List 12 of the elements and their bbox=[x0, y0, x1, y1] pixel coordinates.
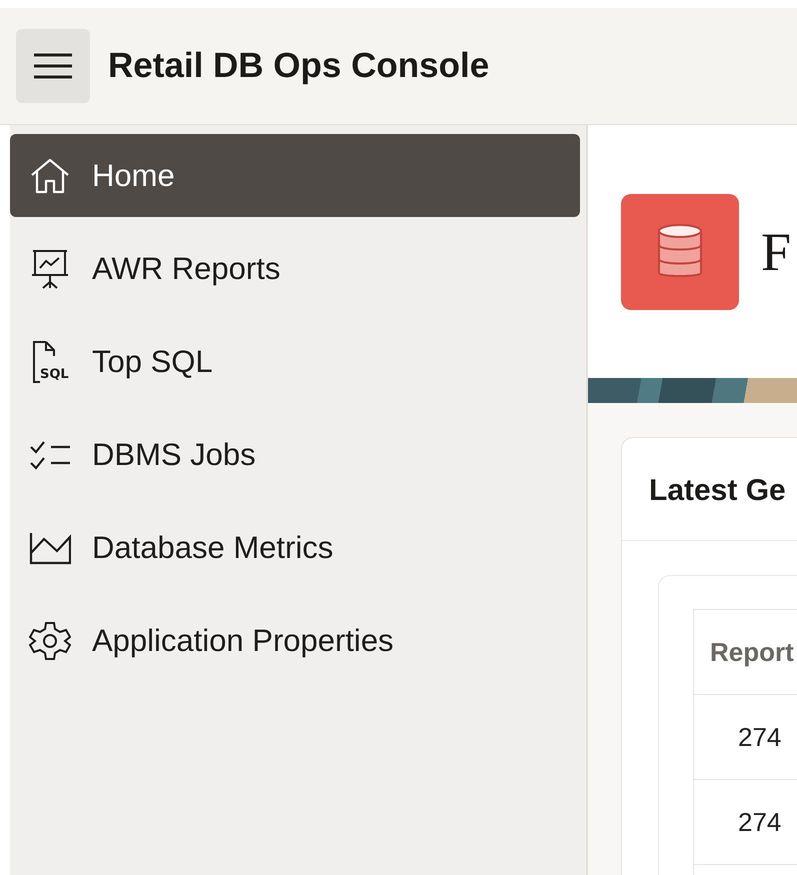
sidebar-item[interactable]: Home bbox=[10, 134, 580, 217]
sidebar-item[interactable]: SQL Top SQL bbox=[10, 320, 580, 403]
page-title: F bbox=[761, 220, 792, 282]
column-header: Report bbox=[694, 610, 797, 694]
app-title: Retail DB Ops Console bbox=[108, 46, 490, 86]
sidebar-item[interactable]: DBMS Jobs bbox=[10, 413, 580, 496]
sidebar-item[interactable]: Database Metrics bbox=[10, 506, 580, 589]
card-title: Latest Ge bbox=[622, 438, 797, 541]
table-cell: 274 bbox=[694, 694, 797, 780]
table-cell: 274 bbox=[694, 780, 797, 864]
sidebar-item[interactable]: AWR Reports bbox=[10, 227, 580, 310]
sidebar-item[interactable]: Application Properties bbox=[10, 599, 580, 682]
